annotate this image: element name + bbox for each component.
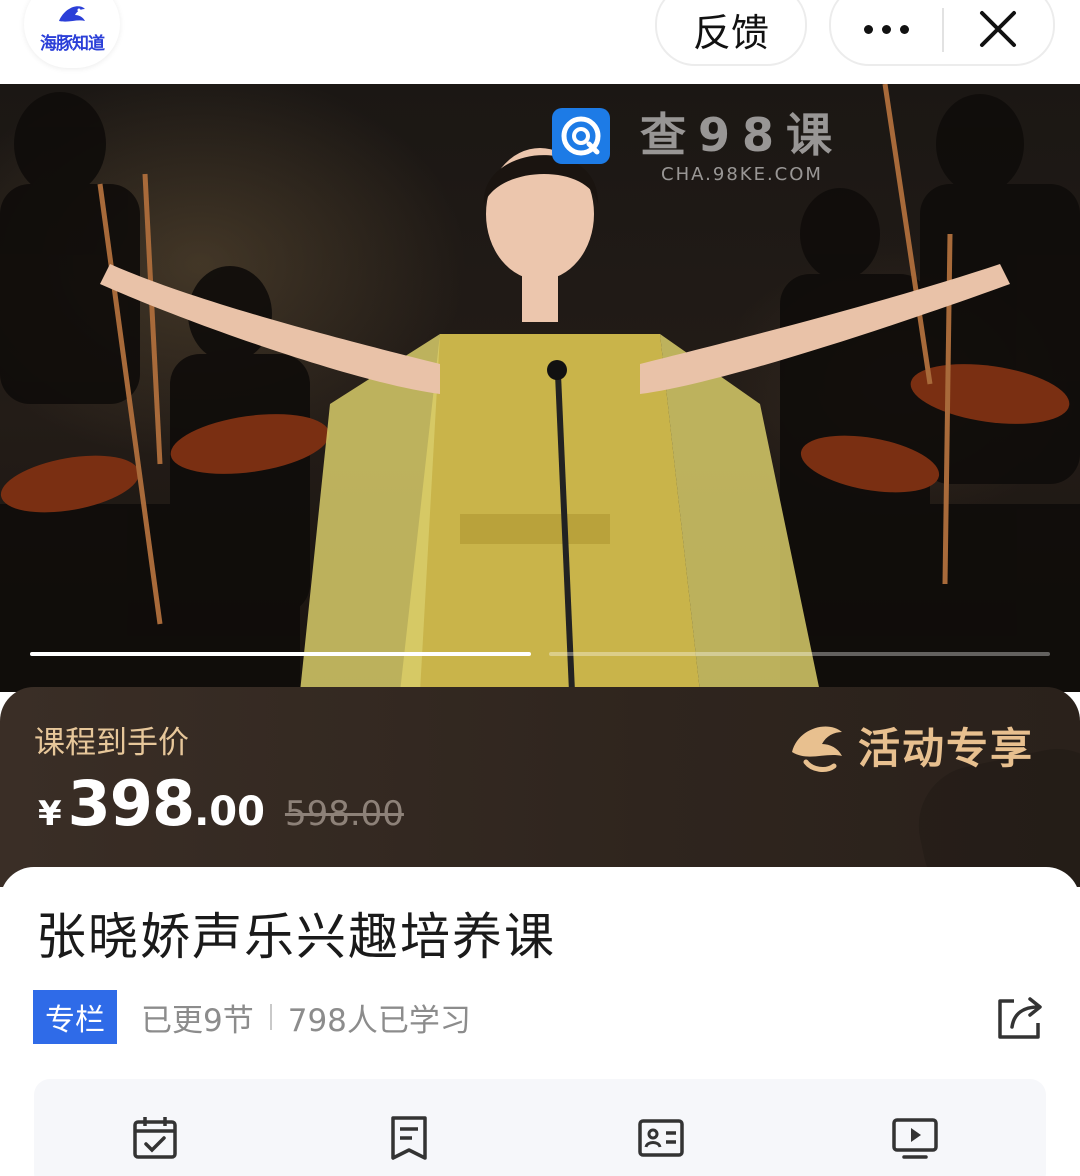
carousel-dot-active[interactable]	[30, 652, 531, 656]
price-row: ¥ 398 .00 598.00	[38, 767, 404, 840]
feedback-label: 反馈	[692, 10, 769, 55]
feature-toolbar	[34, 1079, 1046, 1176]
promo-badge: 活动专享	[786, 715, 1034, 776]
course-info-sheet: 张晓娇声乐兴趣培养课 专栏 已更9节 798人已学习	[0, 867, 1080, 1176]
promo-text: 活动专享	[858, 724, 1035, 773]
feedback-button[interactable]: 反馈	[655, 0, 807, 66]
mini-program-capsule	[829, 0, 1055, 66]
calendar-check-icon[interactable]	[132, 1115, 178, 1161]
column-tag: 专栏	[33, 990, 117, 1044]
watermark-logo-icon	[552, 108, 610, 164]
watermark-text: 查98课 CHA.98KE.COM	[640, 108, 844, 185]
meta-divider	[269, 1004, 272, 1030]
update-count: 已更9节	[141, 1002, 254, 1039]
price-card: 课程到手价 ¥ 398 .00 598.00 活动专享	[0, 687, 1080, 887]
course-title: 张晓娇声乐兴趣培养课	[36, 908, 556, 966]
app-logo[interactable]: 海豚知道	[24, 0, 120, 68]
top-bar: 海豚知道 反馈	[0, 0, 1080, 84]
original-price: 598.00	[284, 794, 404, 834]
learner-count: 798人已学习	[287, 1002, 471, 1039]
video-play-icon[interactable]	[892, 1115, 938, 1161]
id-card-icon[interactable]	[638, 1115, 684, 1161]
carousel-dot[interactable]	[549, 652, 1050, 656]
notes-icon[interactable]	[386, 1115, 432, 1161]
watermark: 查98课 CHA.98KE.COM	[552, 108, 844, 185]
watermark-title: 查98课	[640, 108, 845, 162]
dolphin-icon	[792, 725, 842, 772]
hero-photo	[0, 84, 1080, 692]
dolphin-icon	[59, 6, 85, 22]
watermark-subtitle: CHA.98KE.COM	[661, 164, 823, 185]
more-button[interactable]	[831, 0, 942, 64]
currency-symbol: ¥	[38, 794, 62, 834]
hero-carousel[interactable]: 查98课 CHA.98KE.COM	[0, 84, 1080, 692]
carousel-indicator	[30, 652, 1050, 656]
close-button[interactable]	[944, 0, 1053, 64]
close-icon	[980, 11, 1017, 47]
current-price-decimal: .00	[194, 789, 265, 835]
course-meta: 专栏 已更9节 798人已学习	[33, 990, 471, 1044]
price-label: 课程到手价	[34, 725, 189, 761]
logo-text: 海豚知道	[40, 34, 105, 54]
more-dots-icon	[864, 24, 909, 34]
current-price-integer: 398	[67, 767, 195, 840]
share-icon[interactable]	[994, 995, 1044, 1041]
